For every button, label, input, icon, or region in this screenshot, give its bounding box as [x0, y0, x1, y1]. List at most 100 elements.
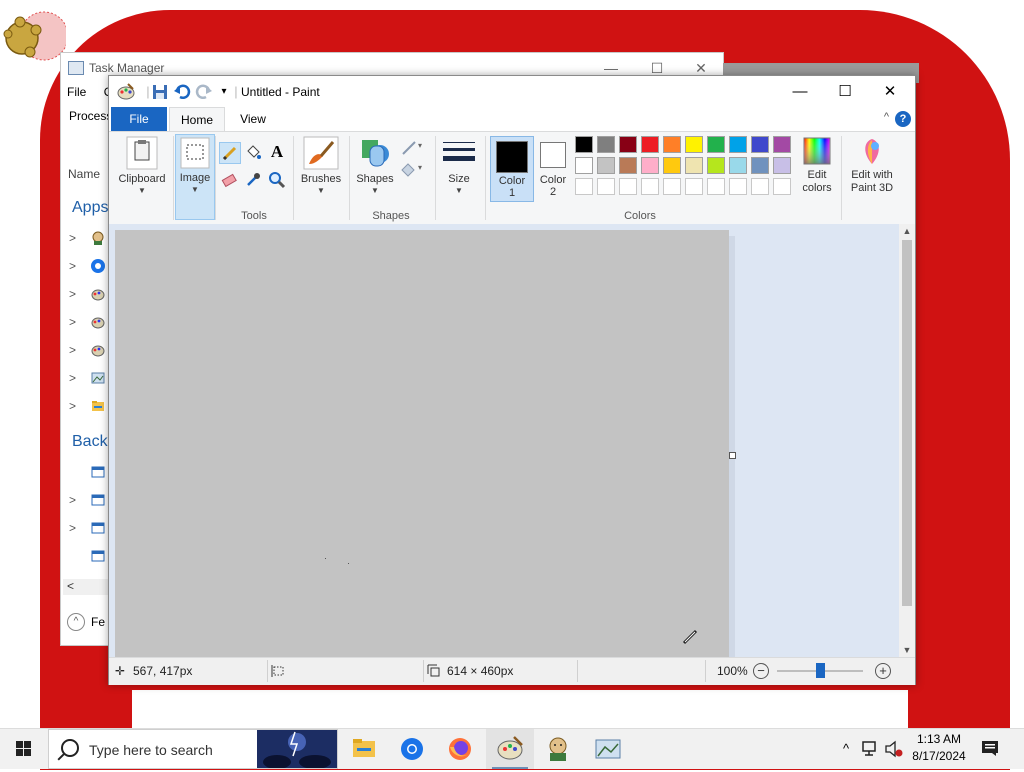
expand-chevron-icon[interactable]: >	[69, 521, 76, 535]
custom-color-slot[interactable]	[619, 178, 637, 195]
taskbar-file-explorer[interactable]	[340, 729, 388, 769]
palette-swatch[interactable]	[597, 136, 615, 153]
palette-swatch[interactable]	[751, 136, 769, 153]
redo-icon[interactable]	[195, 83, 213, 101]
custom-color-slot[interactable]	[707, 178, 725, 195]
vertical-scrollbar[interactable]: ▲ ▼	[899, 224, 915, 657]
palette-swatch[interactable]	[619, 157, 637, 174]
image-button[interactable]: Image ▼	[175, 134, 215, 220]
edit-colors-button[interactable]: Edit colors	[797, 136, 837, 195]
expand-chevron-icon[interactable]: >	[69, 315, 76, 329]
palette-swatch[interactable]	[619, 136, 637, 153]
expand-chevron-icon[interactable]: >	[69, 343, 76, 357]
drawing-canvas[interactable]	[115, 230, 729, 657]
custom-color-slot[interactable]	[575, 178, 593, 195]
custom-color-slot[interactable]	[729, 178, 747, 195]
system-clock[interactable]: 1:13 AM 8/17/2024	[904, 731, 974, 765]
color1-button[interactable]: Color 1	[490, 136, 534, 202]
palette-swatch[interactable]	[707, 136, 725, 153]
edit-with-paint3d-button[interactable]: Edit with Paint 3D	[845, 136, 899, 195]
palette-swatch[interactable]	[729, 157, 747, 174]
palette-swatch[interactable]	[729, 136, 747, 153]
task-manager-tab-processes[interactable]: Process	[69, 109, 112, 123]
fewer-details-button[interactable]: ^ Fe	[67, 613, 105, 631]
canvas-resize-handle-right[interactable]	[729, 452, 736, 459]
desktop-ball-icon[interactable]	[0, 6, 66, 66]
outline-icon[interactable]: ▾	[399, 138, 427, 158]
paint-app-icon[interactable]	[117, 83, 135, 101]
scroll-up-icon[interactable]: ▲	[899, 224, 915, 238]
network-icon[interactable]	[860, 740, 880, 758]
expand-chevron-icon[interactable]: >	[69, 399, 76, 413]
taskbar-user-app[interactable]	[534, 729, 582, 769]
zoom-out-button[interactable]: −	[753, 663, 769, 679]
expand-chevron-icon[interactable]: >	[69, 493, 76, 507]
taskbar-photo-app[interactable]	[584, 729, 632, 769]
task-manager-column-name[interactable]: Name	[68, 167, 100, 181]
palette-swatch[interactable]	[663, 136, 681, 153]
custom-color-slot[interactable]	[663, 178, 681, 195]
palette-swatch[interactable]	[641, 136, 659, 153]
close-button[interactable]: ✕	[867, 76, 913, 107]
paint-titlebar[interactable]: | ▾ | Untitled - Paint — ☐ ✕	[109, 76, 915, 107]
taskbar-search-box[interactable]: Type here to search	[48, 729, 338, 769]
shapes-button[interactable]: Shapes ▼	[353, 136, 397, 195]
palette-swatch[interactable]	[773, 157, 791, 174]
expand-chevron-icon[interactable]: >	[69, 231, 76, 245]
custom-color-slot[interactable]	[773, 178, 791, 195]
magnifier-icon[interactable]	[267, 170, 287, 190]
scroll-down-icon[interactable]: ▼	[899, 643, 915, 657]
custom-color-slot[interactable]	[597, 178, 615, 195]
paint-window[interactable]: | ▾ | Untitled - Paint — ☐ ✕ File Home V…	[108, 75, 916, 685]
taskbar-paint[interactable]	[486, 729, 534, 769]
collapse-ribbon-icon[interactable]: ^	[884, 111, 889, 123]
color2-button[interactable]: Color 2	[535, 136, 571, 200]
minimize-button[interactable]: —	[777, 76, 823, 107]
custom-color-slot[interactable]	[685, 178, 703, 195]
palette-swatch[interactable]	[641, 157, 659, 174]
maximize-button[interactable]: ☐	[822, 76, 868, 107]
task-manager-menu-file[interactable]: File	[67, 85, 86, 99]
expand-chevron-icon[interactable]: >	[69, 287, 76, 301]
tab-home[interactable]: Home	[169, 107, 225, 131]
vertical-scroll-thumb[interactable]	[902, 240, 912, 606]
windows-start-button[interactable]	[0, 729, 48, 769]
scroll-left-icon[interactable]: <	[67, 579, 74, 593]
canvas-workspace[interactable]	[109, 224, 899, 657]
expand-chevron-icon[interactable]: >	[69, 259, 76, 273]
text-tool-icon[interactable]: A	[267, 142, 287, 162]
taskbar-chrome[interactable]	[388, 729, 436, 769]
palette-swatch[interactable]	[685, 157, 703, 174]
help-icon[interactable]: ?	[895, 111, 911, 127]
fill-icon[interactable]: ▾	[399, 160, 427, 180]
eraser-icon[interactable]	[219, 170, 239, 190]
notification-center-icon[interactable]	[980, 739, 1000, 757]
tray-chevron-up-icon[interactable]: ^	[836, 729, 856, 769]
volume-muted-icon[interactable]	[884, 740, 904, 758]
expand-chevron-icon[interactable]: >	[69, 371, 76, 385]
tab-file[interactable]: File	[111, 107, 167, 131]
zoom-in-button[interactable]: +	[875, 663, 891, 679]
size-button[interactable]: Size ▼	[439, 136, 479, 195]
custom-color-slot[interactable]	[641, 178, 659, 195]
fill-bucket-icon[interactable]	[243, 142, 263, 162]
palette-swatch[interactable]	[663, 157, 681, 174]
zoom-slider-thumb[interactable]	[816, 663, 825, 678]
palette-swatch[interactable]	[685, 136, 703, 153]
pencil-icon[interactable]	[219, 142, 241, 164]
palette-swatch[interactable]	[575, 157, 593, 174]
brushes-button[interactable]: Brushes ▼	[297, 136, 345, 195]
task-manager-horizontal-scrollbar[interactable]: <	[63, 579, 109, 595]
palette-swatch[interactable]	[751, 157, 769, 174]
taskbar-firefox[interactable]	[436, 729, 484, 769]
save-icon[interactable]	[151, 83, 169, 101]
custom-color-slot[interactable]	[751, 178, 769, 195]
undo-icon[interactable]	[173, 83, 191, 101]
tab-view[interactable]: View	[229, 107, 277, 131]
palette-swatch[interactable]	[707, 157, 725, 174]
palette-swatch[interactable]	[773, 136, 791, 153]
clipboard-button[interactable]: Clipboard ▼	[115, 136, 169, 195]
color-picker-icon[interactable]	[243, 170, 263, 190]
palette-swatch[interactable]	[597, 157, 615, 174]
palette-swatch[interactable]	[575, 136, 593, 153]
